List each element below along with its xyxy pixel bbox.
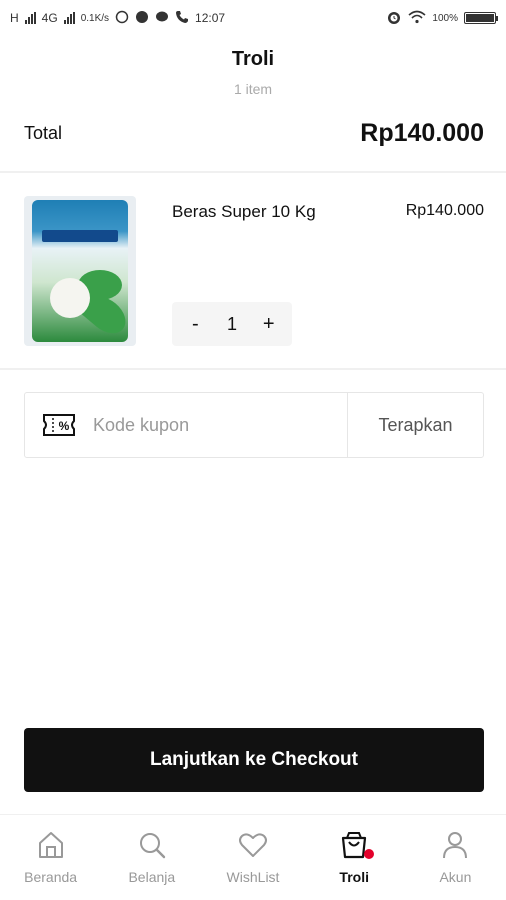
increment-button[interactable]: + [254,309,284,339]
product-image[interactable] [24,196,136,346]
nav-item-akun[interactable]: Akun [405,815,506,900]
svg-text:%: % [59,419,70,433]
quantity-stepper: - 1 + [172,302,292,346]
nav-label-troli: Troli [339,869,369,885]
coupon-icon: % [25,413,93,437]
clock-time: 12:07 [195,11,226,25]
product-name[interactable]: Beras Super 10 Kg [172,202,316,222]
nav-item-belanja[interactable]: Belanja [101,815,202,900]
whatsapp-icon [115,10,129,27]
apply-coupon-button[interactable]: Terapkan [347,393,483,457]
total-label: Total [24,122,63,143]
home-icon [38,832,63,858]
chat-icon [155,10,169,27]
signal-icon-2 [63,12,75,24]
page-title: Troli [231,48,275,70]
checkout-button[interactable]: Lanjutkan ke Checkout [24,728,484,792]
network-type-4g: 4G [41,11,58,25]
battery-icon [464,12,498,24]
network-speed: 0.1K/s [80,12,110,24]
total-value: Rp140.000 [360,118,484,147]
nav-label-wishlist: WishList [226,869,280,885]
quantity-value: 1 [226,313,237,334]
rice-bag-illustration [32,200,133,342]
nav-label-akun: Akun [439,869,472,885]
signal-icon [24,12,36,24]
cart-item: Beras Super 10 Kg Rp140.000 - 1 + [24,196,484,348]
nav-item-beranda[interactable]: Beranda [0,815,101,900]
coupon-form: % Terapkan [24,392,484,458]
item-count: 1 item [233,81,273,97]
nav-item-wishlist[interactable]: WishList [202,815,303,900]
battery-percent: 100% [432,12,458,24]
heart-icon [239,833,267,857]
messenger-icon [135,10,149,27]
divider [0,368,506,370]
status-bar-right: 100% [386,9,498,28]
search-icon [139,833,165,859]
total-summary: Total Rp140.000 [24,112,484,154]
status-bar: H 4G 0.1K/s 12:07 100% [0,0,506,36]
nav-item-troli[interactable]: Troli [304,815,405,900]
nav-label-beranda: Beranda [24,869,78,885]
status-bar-left: H 4G 0.1K/s 12:07 [10,10,225,27]
divider [0,171,506,173]
user-icon [443,832,468,859]
coupon-code-input[interactable] [93,393,347,457]
bottom-nav: Beranda Belanja WishList Troli Akun [0,814,506,900]
decrement-button[interactable]: - [180,309,210,339]
product-price: Rp140.000 [405,202,484,219]
network-type-h: H [10,11,19,25]
alarm-icon [386,9,402,28]
cart-badge-dot [363,849,374,859]
wifi-icon [408,10,426,27]
phone-icon [175,10,189,27]
nav-label-belanja: Belanja [128,869,176,885]
